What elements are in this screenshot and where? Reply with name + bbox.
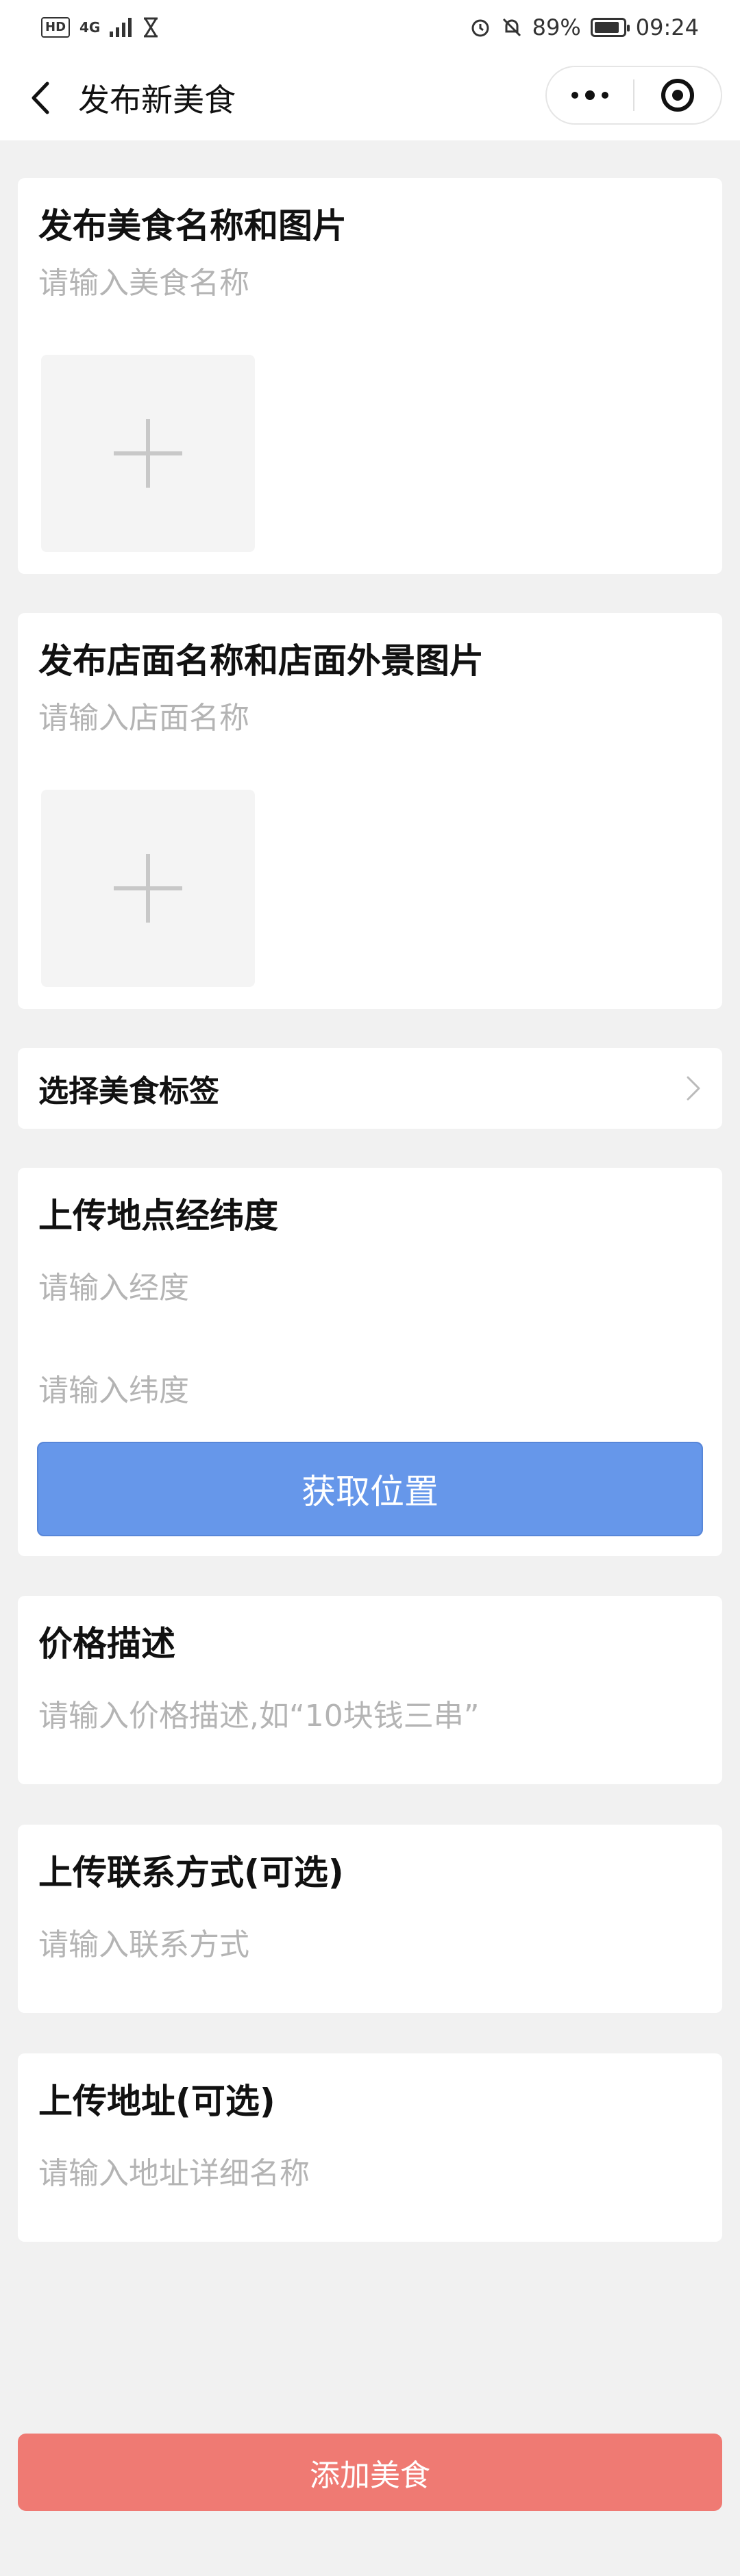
price-card: 价格描述 bbox=[18, 1596, 722, 1784]
address-card: 上传地址(可选) bbox=[18, 2053, 722, 2242]
network-indicator: 4G bbox=[79, 19, 101, 36]
battery-percent: 89% bbox=[532, 14, 581, 40]
longitude-input[interactable] bbox=[38, 1264, 702, 1312]
signal-icon bbox=[110, 18, 132, 37]
hd-badge: HD bbox=[41, 17, 71, 38]
latitude-input[interactable] bbox=[38, 1366, 702, 1414]
status-left: HD 4G bbox=[41, 17, 159, 38]
battery-icon bbox=[590, 18, 630, 37]
mini-program-capsule bbox=[545, 66, 722, 125]
location-section-title: 上传地点经纬度 bbox=[38, 1196, 278, 1236]
location-card: 上传地点经纬度 获取位置 bbox=[18, 1168, 722, 1556]
address-input[interactable] bbox=[38, 2149, 702, 2197]
contact-input[interactable] bbox=[38, 1921, 702, 1968]
shop-card: 发布店面名称和店面外景图片 bbox=[18, 613, 722, 1009]
address-section-title: 上传地址(可选) bbox=[38, 2081, 275, 2121]
status-time: 09:24 bbox=[635, 14, 699, 40]
price-description-input[interactable] bbox=[38, 1692, 702, 1740]
status-bar: HD 4G 89% 09:24 bbox=[0, 0, 740, 55]
price-section-title: 价格描述 bbox=[38, 1624, 175, 1664]
shop-name-input[interactable] bbox=[38, 694, 702, 742]
status-right: 89% 09:24 bbox=[469, 14, 699, 40]
food-tag-label: 选择美食标签 bbox=[38, 1074, 219, 1109]
back-button[interactable] bbox=[19, 77, 60, 118]
get-location-button[interactable]: 获取位置 bbox=[37, 1442, 703, 1536]
contact-card: 上传联系方式(可选) bbox=[18, 1825, 722, 2013]
navigation-bar: 发布新美食 bbox=[0, 55, 740, 140]
page-title: 发布新美食 bbox=[78, 81, 236, 118]
hourglass-icon bbox=[144, 17, 158, 38]
plus-icon bbox=[114, 419, 182, 488]
mute-icon bbox=[502, 18, 521, 37]
alarm-icon bbox=[471, 19, 489, 37]
more-button[interactable] bbox=[547, 67, 633, 123]
food-image-uploader[interactable] bbox=[41, 355, 255, 552]
plus-icon bbox=[114, 854, 182, 923]
contact-section-title: 上传联系方式(可选) bbox=[38, 1853, 344, 1892]
food-tag-selector[interactable]: 选择美食标签 bbox=[18, 1048, 722, 1129]
more-dots-icon bbox=[571, 90, 608, 100]
food-card: 发布美食名称和图片 bbox=[18, 178, 722, 574]
food-name-input[interactable] bbox=[38, 259, 702, 307]
battery-level bbox=[594, 22, 619, 33]
shop-section-title: 发布店面名称和店面外景图片 bbox=[38, 641, 484, 681]
shop-image-uploader[interactable] bbox=[41, 790, 255, 987]
target-icon bbox=[661, 79, 694, 112]
close-mini-program-button[interactable] bbox=[634, 67, 721, 123]
chevron-left-icon bbox=[32, 82, 49, 114]
food-section-title: 发布美食名称和图片 bbox=[38, 206, 347, 246]
chevron-right-icon bbox=[687, 1076, 700, 1101]
add-food-button[interactable]: 添加美食 bbox=[18, 2434, 722, 2511]
